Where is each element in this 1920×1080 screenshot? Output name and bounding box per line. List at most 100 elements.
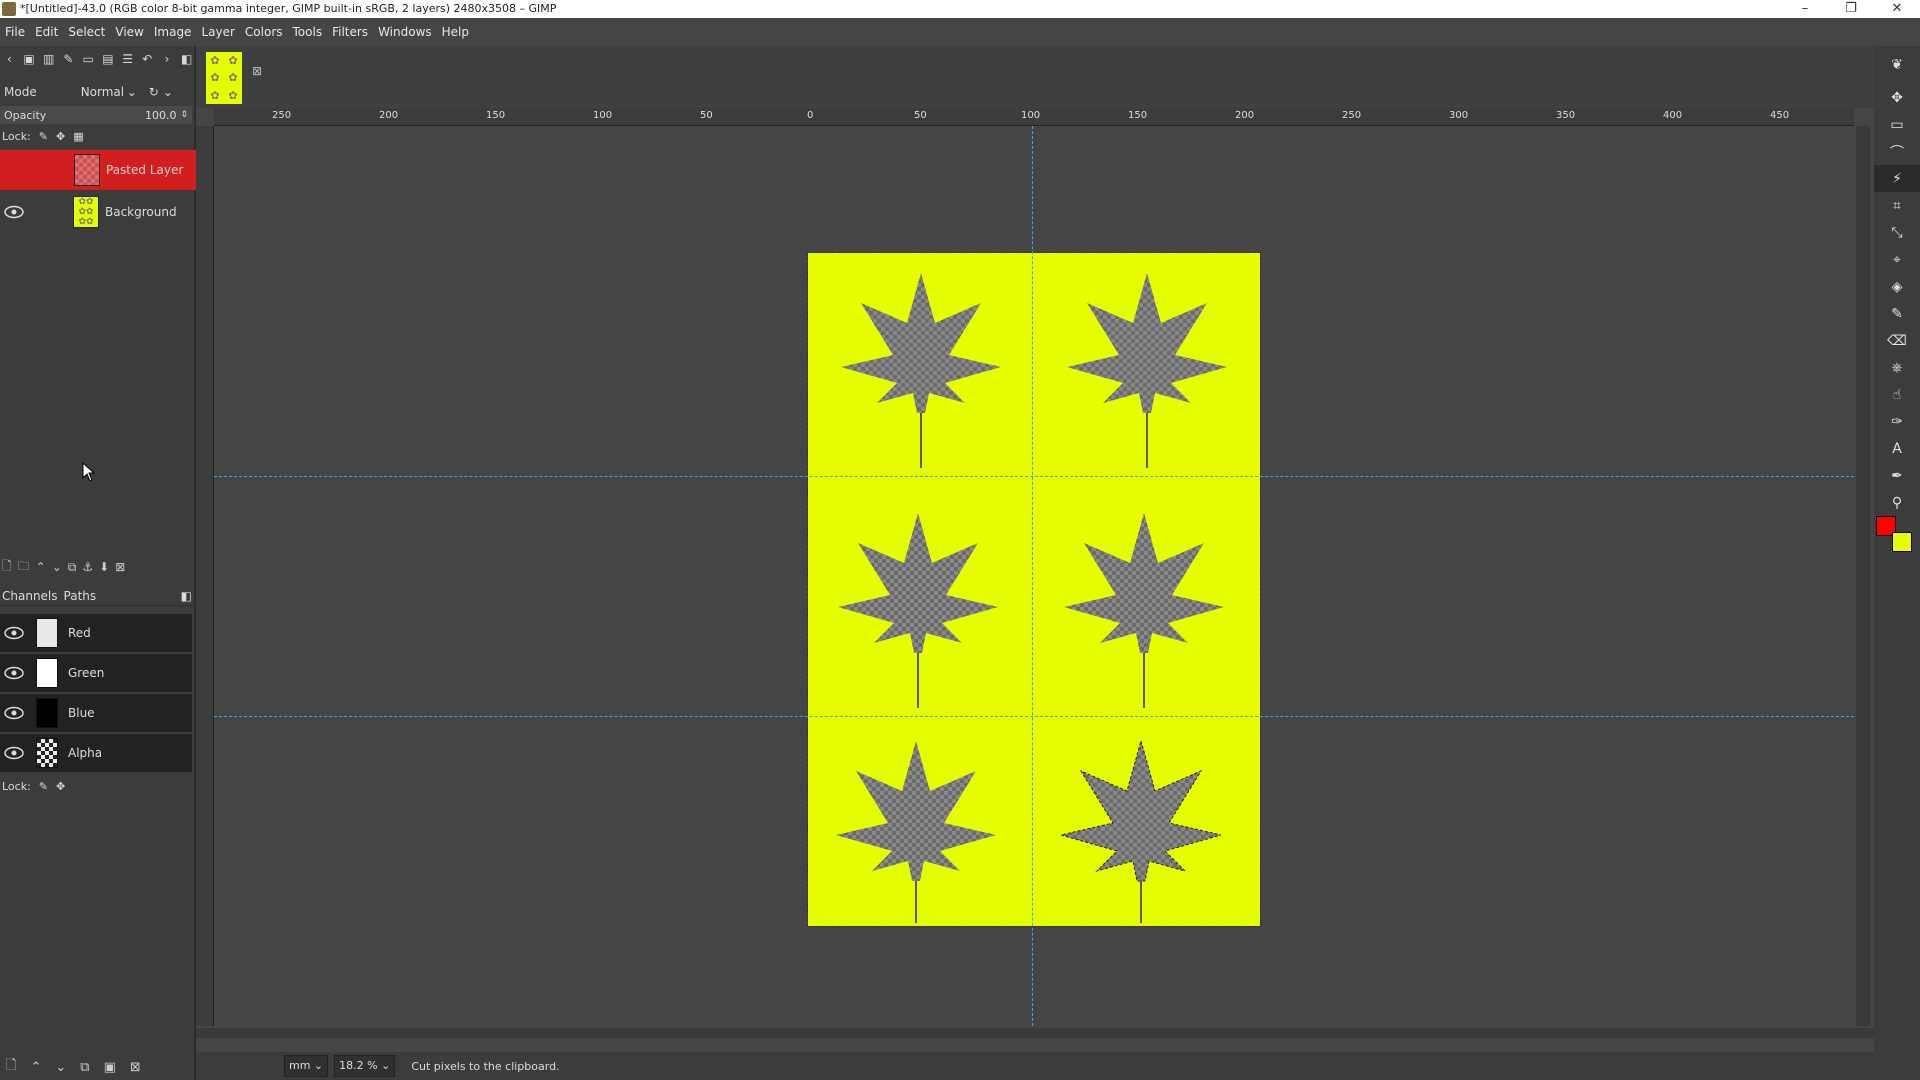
chevron-right-icon[interactable]: ›	[160, 51, 175, 67]
canvas-area[interactable]: 250 200 150 100 50 0 50 100 150 200 250 300 350 400 45…	[196, 108, 1874, 1038]
chevron-down-icon[interactable]: ⌄	[163, 85, 173, 99]
paths-tool-icon[interactable]: ✑	[1874, 408, 1920, 435]
vertical-scrollbar[interactable]	[1856, 126, 1870, 1026]
dock-menu-icon[interactable]: ◧	[179, 51, 194, 67]
visibility-toggle[interactable]	[1, 157, 27, 183]
channel-name: Alpha	[68, 746, 103, 760]
text-tool-icon[interactable]: A	[1874, 435, 1920, 462]
fuzzy-select-tool-icon[interactable]: ⚡	[1874, 165, 1920, 192]
menu-file[interactable]: File	[0, 25, 30, 39]
raise-channel-icon[interactable]: ⌃	[30, 1060, 41, 1075]
zoom-value: 18.2 %	[339, 1059, 378, 1072]
restore-button[interactable]: ❐	[1828, 2, 1874, 16]
crop-tool-icon[interactable]: ⌗	[1874, 192, 1920, 219]
layers-icon[interactable]: ☰	[120, 51, 135, 67]
unified-transform-tool-icon[interactable]: ⤡	[1874, 219, 1920, 246]
undo-history-icon[interactable]: ↶	[140, 51, 155, 67]
raise-layer-icon[interactable]: ⌃	[36, 560, 46, 574]
layer-row-pasted[interactable]: Pasted Layer	[0, 150, 196, 190]
menu-colors[interactable]: Colors	[240, 25, 288, 39]
pattern-icon[interactable]: ▭	[81, 51, 96, 67]
lock-position-icon[interactable]: ✥	[56, 780, 65, 793]
channel-thumbnail	[36, 738, 58, 768]
menu-windows[interactable]: Windows	[373, 25, 437, 39]
close-button[interactable]: ✕	[1874, 2, 1920, 16]
lock-alpha-icon[interactable]: ▦	[73, 130, 83, 143]
gradient-icon[interactable]: ▥	[41, 51, 56, 67]
paintbrush-tool-icon[interactable]: ✎	[1874, 300, 1920, 327]
delete-layer-icon[interactable]: ⊠	[115, 560, 125, 574]
menu-layer[interactable]: Layer	[196, 25, 239, 39]
duplicate-channel-icon[interactable]: ⧉	[80, 1060, 89, 1075]
zoom-tool-icon[interactable]: ⚲	[1874, 489, 1920, 516]
menu-filters[interactable]: Filters	[327, 25, 373, 39]
horizontal-guide[interactable]	[214, 476, 1854, 477]
chevron-left-icon[interactable]: ‹	[2, 51, 17, 67]
lower-channel-icon[interactable]: ⌄	[55, 1060, 66, 1075]
vertical-guide[interactable]	[1032, 126, 1033, 1026]
menu-tools[interactable]: Tools	[288, 25, 328, 39]
background-color-swatch[interactable]	[1892, 532, 1912, 552]
horizontal-guide[interactable]	[214, 716, 1854, 717]
lasso-tool-icon[interactable]: ⌒	[1874, 138, 1920, 165]
horizontal-scrollbar[interactable]	[196, 1028, 1874, 1038]
layer-name: Pasted Layer	[106, 163, 184, 177]
move-tool-icon[interactable]: ✥	[1874, 84, 1920, 111]
menu-help[interactable]: Help	[437, 25, 474, 39]
channel-row-red[interactable]: Red	[0, 614, 192, 652]
lock-pixels-icon[interactable]: ✎	[39, 780, 48, 793]
channel-to-selection-icon[interactable]: ▣	[104, 1060, 116, 1075]
chevron-down-icon[interactable]: ⌄	[127, 85, 137, 99]
opacity-slider[interactable]: Opacity 100.0 ⇕	[0, 106, 192, 124]
eye-icon[interactable]	[1, 700, 27, 726]
horizontal-ruler[interactable]: 250 200 150 100 50 0 50 100 150 200 250 300 350 400 45…	[214, 108, 1854, 126]
close-image-icon[interactable]: ⊠	[252, 64, 262, 78]
smudge-tool-icon[interactable]: ☝	[1874, 381, 1920, 408]
eye-icon[interactable]	[1, 660, 27, 686]
dock-menu-icon[interactable]: ◧	[181, 589, 192, 603]
vertical-ruler[interactable]	[196, 126, 214, 1026]
tab-paths[interactable]: Paths	[64, 589, 97, 603]
eraser-tool-icon[interactable]: ⌫	[1874, 327, 1920, 354]
mode-select[interactable]: Normal	[81, 85, 124, 99]
spinner-icon[interactable]: ⇕	[180, 110, 188, 120]
lock-label: Lock:	[2, 129, 31, 143]
anchor-layer-icon[interactable]: ⚓	[82, 560, 93, 574]
tab-channels[interactable]: Channels	[2, 589, 58, 603]
ruler-tick-label: 250	[272, 110, 292, 121]
warp-tool-icon[interactable]: ⌖	[1874, 246, 1920, 273]
menu-edit[interactable]: Edit	[30, 25, 63, 39]
lower-layer-icon[interactable]: ⌄	[52, 560, 62, 574]
color-picker-tool-icon[interactable]: ✒	[1874, 462, 1920, 489]
tool-options-icon[interactable]: ▣	[22, 51, 37, 67]
new-channel-icon[interactable]: 🗋	[6, 1056, 16, 1078]
brush-icon[interactable]: ✎	[61, 51, 76, 67]
channel-row-green[interactable]: Green	[0, 654, 192, 692]
rect-select-tool-icon[interactable]: ▭	[1874, 111, 1920, 138]
new-layer-icon[interactable]: 🗋	[2, 557, 12, 578]
lock-pixels-icon[interactable]: ✎	[39, 130, 48, 143]
delete-channel-icon[interactable]: ⊠	[130, 1060, 141, 1075]
zoom-select[interactable]: 18.2 % ⌄	[334, 1055, 396, 1077]
channel-row-blue[interactable]: Blue	[0, 694, 192, 732]
menu-select[interactable]: Select	[63, 25, 110, 39]
new-layer-group-icon[interactable]: 🗀	[18, 557, 30, 578]
bucket-fill-tool-icon[interactable]: ◈	[1874, 273, 1920, 300]
lock-position-icon[interactable]: ✥	[56, 130, 65, 143]
merge-layer-icon[interactable]: ⬇	[99, 560, 109, 574]
eye-icon[interactable]	[1, 199, 27, 225]
image-canvas[interactable]	[807, 252, 1261, 927]
clone-tool-icon[interactable]: ⎈	[1874, 354, 1920, 381]
layer-row-background[interactable]: ✿✿ ✿✿ ✿✿ Background	[0, 192, 196, 232]
eye-icon[interactable]	[1, 740, 27, 766]
eye-icon[interactable]	[1, 620, 27, 646]
unit-select[interactable]: mm ⌄	[284, 1055, 329, 1077]
image-tab-thumbnail[interactable]: ✿ ✿ ✿ ✿ ✿ ✿	[206, 52, 242, 104]
channel-row-alpha[interactable]: Alpha	[0, 734, 192, 772]
images-icon[interactable]: ▤	[101, 51, 116, 67]
menu-image[interactable]: Image	[149, 25, 197, 39]
menu-view[interactable]: View	[110, 25, 148, 39]
minimize-button[interactable]: –	[1782, 2, 1828, 16]
duplicate-layer-icon[interactable]: ⧉	[68, 560, 77, 575]
reset-mode-icon[interactable]: ↻	[149, 85, 159, 99]
